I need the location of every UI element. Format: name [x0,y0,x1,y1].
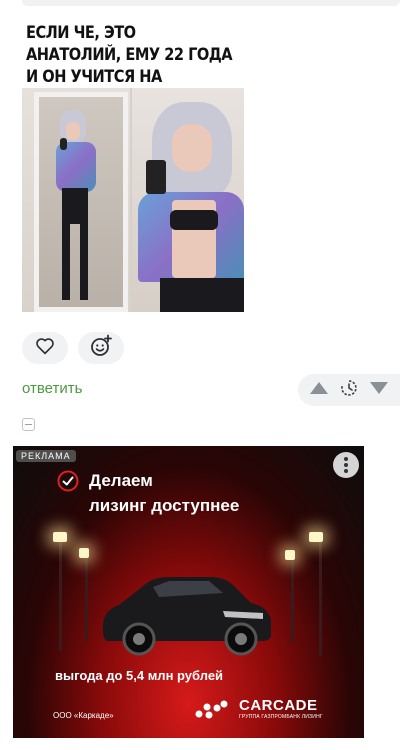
mirror-figure-leg-left [62,224,70,300]
reaction-bar [22,332,124,364]
collapse-thread-button[interactable] [22,418,35,431]
ad-menu-button[interactable] [333,452,359,478]
more-vertical-icon [344,463,348,467]
ad-brand: CARCADE [239,697,318,714]
selfie-figure-top [170,210,218,230]
save-button[interactable] [340,379,358,402]
downvote-button[interactable] [369,381,389,400]
lamp-post-right-2 [291,558,294,643]
ad-headline-line2: лизинг доступнее [89,496,240,515]
heart-icon [35,337,55,360]
ad-headline-line1: Делаем [89,471,153,490]
mirror-figure-leg-right [80,224,88,300]
ad-brand-subtitle: ГРУППА ГАЗПРОМБАНК ЛИЗИНГ [239,714,323,720]
mirror-figure-skirt [62,188,88,224]
selfie-phone [146,160,166,194]
vote-controls [298,374,400,406]
selfie-figure-skirt [160,278,244,312]
lamp-light-left-2 [79,548,89,558]
upvote-button[interactable] [309,381,329,400]
comment-feed: ЕСЛИ ЧЕ, ЭТО АНАТОЛИЙ, ЕМУ 22 ГОДА И ОН … [0,0,400,750]
previous-comment-edge [22,0,400,6]
ad-headline: Делаем лизинг доступнее [89,468,329,518]
arrow-down-icon [369,381,388,394]
add-emoji-icon [89,334,113,363]
minus-box-icon [25,424,32,425]
reply-link[interactable]: ответить [22,380,82,397]
lamp-light-left [53,532,67,542]
mirror-phone [60,138,67,150]
post-image[interactable] [22,88,244,312]
ad-label: РЕКЛАМА [16,450,76,462]
lamp-post-left-2 [85,556,88,641]
lamp-light-right-2 [285,550,295,560]
like-button[interactable] [22,332,68,364]
selfie-figure-face [172,124,212,172]
lamp-post-left [59,541,62,651]
ad-company: ООО «Каркаде» [53,711,114,720]
car-image [102,577,271,656]
advertisement-banner[interactable]: РЕКЛАМА Делаем лизинг доступнее выгода д… [13,446,364,738]
check-circle-icon [57,470,79,492]
clock-icon [341,379,357,396]
ad-offer: выгода до 5,4 млн рублей [55,668,224,683]
carcade-logo-icon [195,700,228,719]
mirror-figure-face [66,122,80,140]
lamp-light-right [309,532,323,542]
arrow-up-icon [310,381,329,394]
lamp-post-right [319,541,322,656]
add-reaction-button[interactable] [78,332,124,364]
